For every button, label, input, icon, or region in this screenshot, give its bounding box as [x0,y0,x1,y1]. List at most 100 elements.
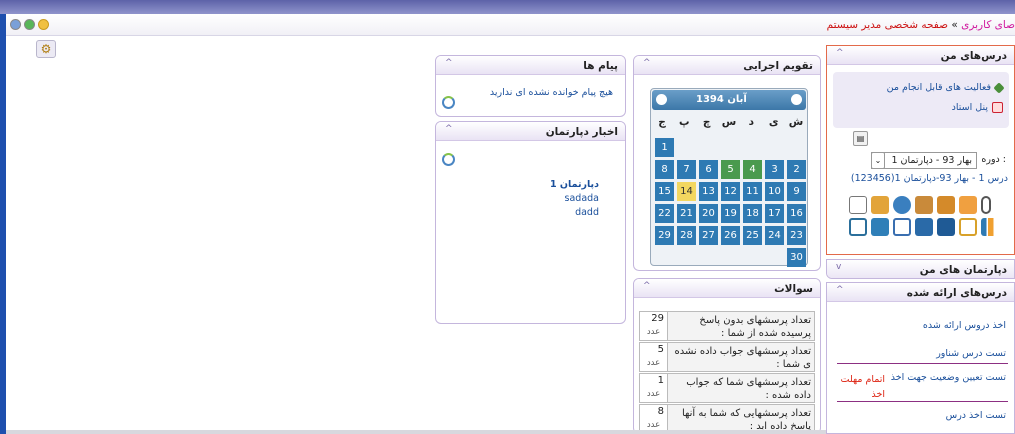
people-icon[interactable] [871,196,889,214]
list-icon[interactable] [893,218,911,236]
calendar-day[interactable]: 10 [765,182,784,201]
questions-header[interactable]: سوالات ^ [634,279,820,298]
paper-icon[interactable] [849,196,867,214]
calendar-day[interactable]: 7 [677,160,696,179]
chart-icon[interactable] [981,218,999,236]
calendar-day[interactable]: 26 [721,226,740,245]
news-item[interactable]: sadada [565,193,599,204]
notebook-icon[interactable] [937,196,955,214]
news-item[interactable]: dadd [575,207,599,218]
offered-link-take-course[interactable]: تست اخذ درس [946,410,1006,421]
calendar-day[interactable]: 18 [743,204,762,223]
teacher-icon[interactable] [915,196,933,214]
customize-button[interactable]: ⚙ [36,40,56,58]
calendar-day[interactable]: 23 [787,226,806,245]
my-departments-header[interactable]: دپارتمان های من v [827,260,1014,278]
question-stat-count[interactable]: 8 عدد [640,405,668,433]
activity-link[interactable]: فعالیت های قابل انجام من [887,81,1005,94]
board-icon[interactable] [915,218,933,236]
calendar-day[interactable]: 21 [677,204,696,223]
collapse-toggle-icon[interactable]: ^ [643,281,651,291]
settings-icon[interactable] [38,19,49,30]
breadcrumb-root[interactable]: صای کاربری [961,19,1015,31]
calendar-day[interactable]: 4 [743,160,762,179]
collapse-toggle-icon[interactable]: ^ [643,58,651,68]
calendar-day[interactable]: 24 [765,226,784,245]
calendar-day[interactable]: 25 [743,226,762,245]
info-icon[interactable] [10,19,21,30]
collapse-toggle-icon[interactable]: ^ [836,48,844,58]
calendar-day[interactable]: 5 [721,160,740,179]
calendar-day[interactable]: 12 [721,182,740,201]
clipboard-check-icon[interactable] [849,218,867,236]
refresh-icon[interactable] [24,19,35,30]
refresh-icon[interactable] [442,153,455,166]
calendar-day[interactable]: 3 [765,160,784,179]
calendar-day[interactable]: 13 [699,182,718,201]
calendar-day[interactable]: 11 [743,182,762,201]
question-stat-count[interactable]: 29 عدد [640,312,668,340]
breadcrumb-separator: » [951,19,958,31]
calendar-day[interactable]: 9 [787,182,806,201]
question-stat-count[interactable]: 1 عدد [640,374,668,402]
calendar-day[interactable]: 8 [655,160,674,179]
teacher-panel-label[interactable]: پنل استاد [952,102,988,113]
calendar-day[interactable]: 16 [787,204,806,223]
collapse-toggle-icon[interactable]: ^ [445,58,453,68]
department-news-header[interactable]: اخبار دپارتمان ^ [436,122,625,141]
weekday: ی [768,116,779,128]
collapse-toggle-icon[interactable]: ^ [836,285,844,295]
period-select-value: بهار 93 - دپارتمان 1 [891,155,972,166]
question-stat-row: تعداد پرسشهای جواب داده نشده ی شما : 5 عد… [639,342,815,372]
teacher-panel-link[interactable]: پنل استاد [952,102,1003,113]
calendar-day[interactable]: 22 [655,204,674,223]
question-stat-row: تعداد پرسشهای بدون پاسخ پرسیده شده از شم… [639,311,815,341]
expand-toggle-icon[interactable]: v [836,262,841,272]
questions-panel: سوالات ^ تعداد پرسشهای بدون پاسخ پرسیده … [633,278,821,434]
calendar-header[interactable]: تقویم اجرایی ^ [634,56,820,75]
bottom-scrollbar[interactable] [6,430,826,434]
my-courses-panel: درس‌های من ^ فعالیت های قابل انجام من پن… [826,45,1015,255]
calendar-day[interactable]: 14 [677,182,696,201]
chevron-down-icon[interactable]: ⌄ [871,152,885,169]
deadline-note: اتمام مهلت اخذ [840,374,885,400]
count-value: 1 [657,375,664,386]
calendar-day[interactable]: 1 [655,138,674,157]
calendar-day[interactable]: 15 [655,182,674,201]
question-stat-count[interactable]: 5 عدد [640,343,668,371]
notes-button[interactable]: ▤ [853,131,868,146]
ruler-icon[interactable] [959,218,977,236]
news-department-name[interactable]: دپارتمان 1 [550,179,599,190]
teacher-panel-icon [992,102,1003,113]
offered-link-take[interactable]: اخذ دروس ارائه شده [923,320,1006,331]
my-courses-header[interactable]: درس‌های من ^ [827,46,1014,65]
top-bar [0,0,1015,14]
attach-icon[interactable] [981,196,991,214]
folder-icon[interactable] [959,196,977,214]
prev-month-icon[interactable] [791,94,802,105]
calendar-day[interactable]: 2 [787,160,806,179]
activity-link-label[interactable]: فعالیت های قابل انجام من [887,82,991,93]
offered-courses-header[interactable]: درس‌های ارائه شده ^ [827,283,1014,302]
calendar-day[interactable]: 30 [787,248,806,267]
calendar-day[interactable]: 19 [721,204,740,223]
calendar-day[interactable]: 20 [699,204,718,223]
weekday: ش [788,116,804,128]
calendar-day[interactable]: 6 [699,160,718,179]
period-select[interactable]: بهار 93 - دپارتمان 1 [871,152,977,169]
messages-header[interactable]: پیام ها ^ [436,56,625,75]
offered-link-floating[interactable]: تست درس شناور [936,348,1006,359]
calendar-day[interactable]: 27 [699,226,718,245]
calendar-icon[interactable] [937,218,955,236]
calendar-day[interactable]: 29 [655,226,674,245]
refresh-icon[interactable] [442,96,455,109]
group-upload-icon[interactable] [871,218,889,236]
gear-users-icon[interactable] [893,196,911,214]
offered-link-placement[interactable]: تست تعیین وضعیت جهت اخذ [891,372,1006,383]
course-link[interactable]: درس 1 - بهار 93-دپارتمان 1(123456) [851,173,1008,184]
collapse-toggle-icon[interactable]: ^ [445,124,453,134]
calendar-day[interactable]: 17 [765,204,784,223]
next-month-icon[interactable] [656,94,667,105]
divider [837,401,1008,402]
calendar-day[interactable]: 28 [677,226,696,245]
